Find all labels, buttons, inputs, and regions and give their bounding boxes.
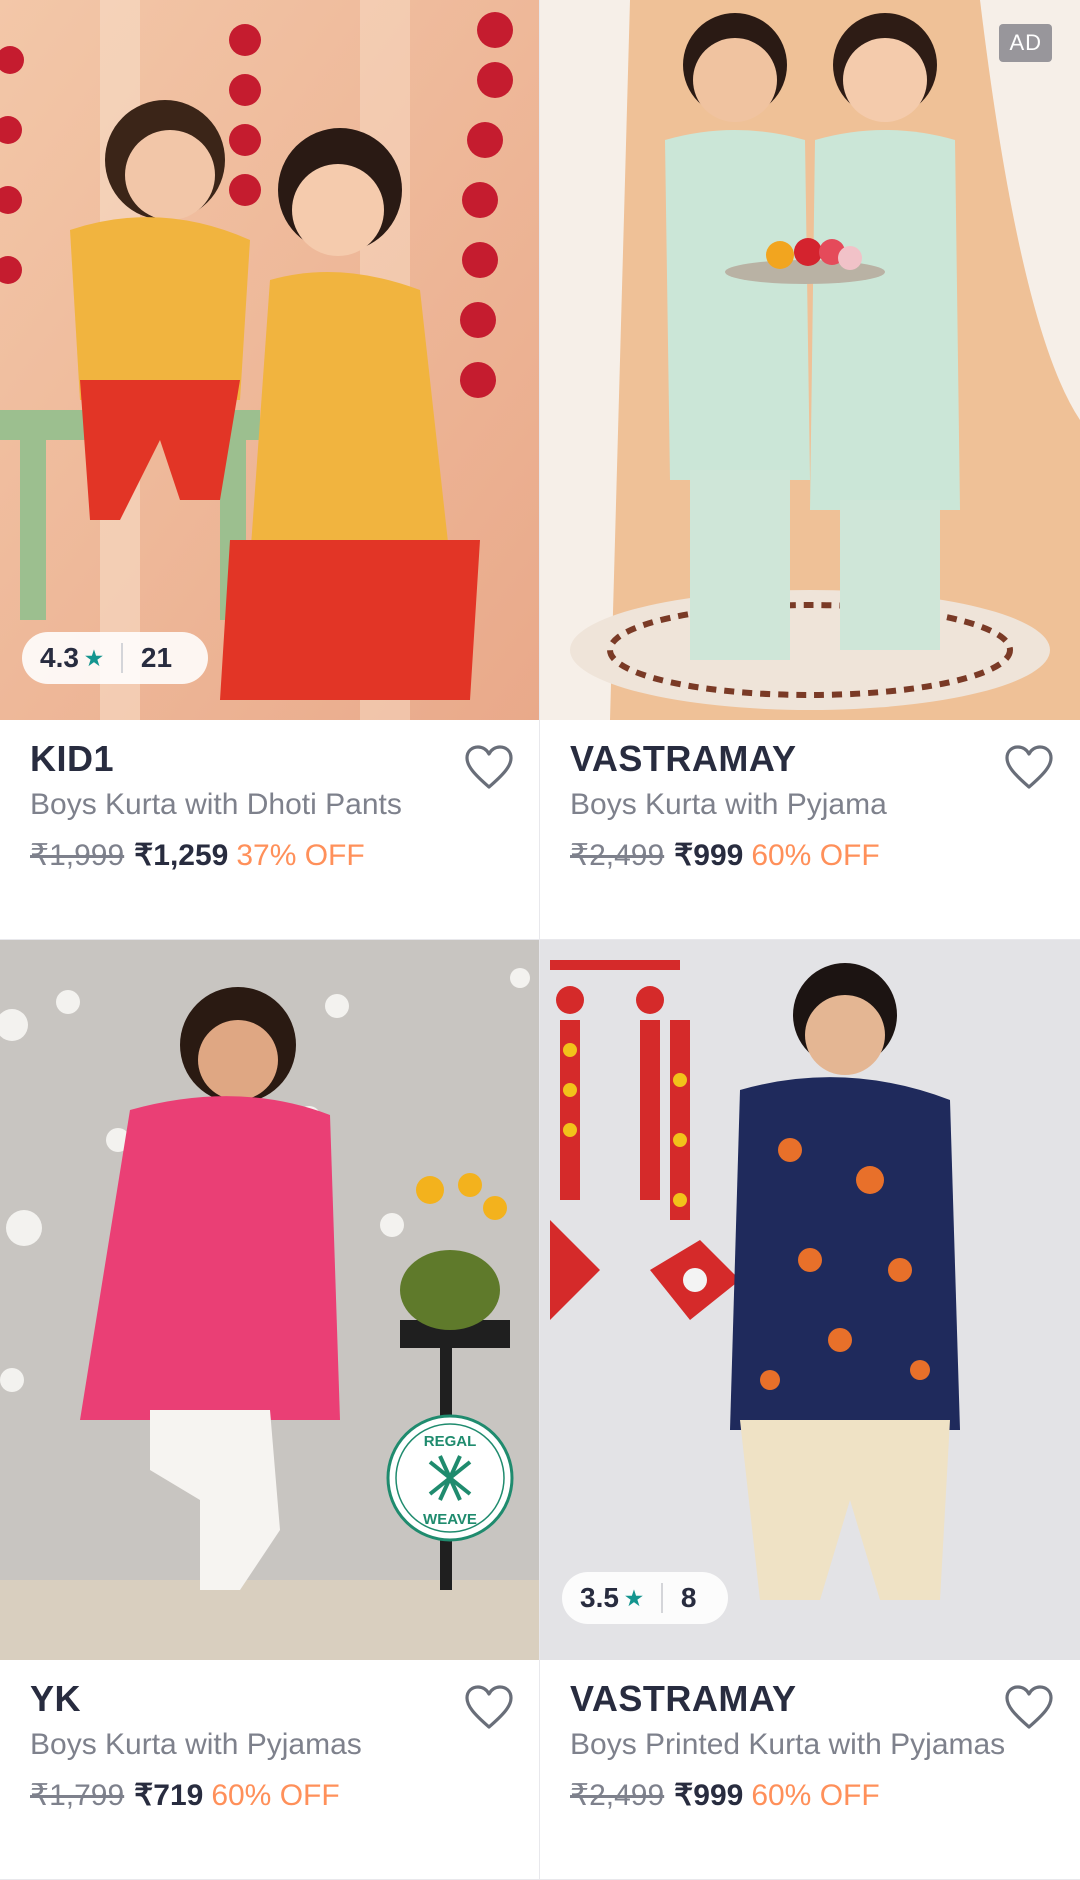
product-info[interactable]: YK Boys Kurta with Pyjamas ₹1,799 ₹719 60%…	[0, 1660, 539, 1879]
product-name: Boys Kurta with Pyjama	[570, 788, 887, 821]
brand-name: KID1	[30, 738, 115, 779]
price-row: ₹1,799 ₹719 60% OFF	[30, 1778, 340, 1813]
mrp-price: ₹1,999	[30, 839, 125, 872]
product-name: Boys Kurta with Dhoti Pants	[30, 788, 402, 821]
price-row: ₹2,499 ₹999 60% OFF	[570, 838, 880, 873]
discount-label: 37% OFF	[236, 839, 365, 872]
badge-top-text: REGAL	[424, 1433, 477, 1450]
rating-value: 4.3	[40, 642, 79, 673]
selling-price: ₹719	[134, 1779, 204, 1812]
product-card[interactable]: 4.3 ★ 21 KID1 Boys Kurta with Dhoti Pant…	[0, 0, 540, 940]
star-icon: ★	[624, 1587, 643, 1610]
product-info[interactable]: KID1 Boys Kurta with Dhoti Pants ₹1,999 ₹…	[0, 720, 539, 939]
divider	[660, 1583, 663, 1613]
selling-price: ₹999	[674, 839, 744, 872]
heart-outline-icon[interactable]	[1004, 1684, 1054, 1730]
product-card[interactable]: 3.5 ★ 8 VASTRAMAY Boys Printed Kurta wit…	[540, 940, 1080, 1880]
price-row: ₹2,499 ₹999 60% OFF	[570, 1778, 880, 1813]
product-image[interactable]: 3.5 ★ 8	[540, 940, 1080, 1660]
brand-name: VASTRAMAY	[570, 1678, 797, 1719]
badge-bottom-text: WEAVE	[423, 1511, 477, 1528]
product-image[interactable]: 4.3 ★ 21	[0, 0, 539, 720]
rating-count: 8	[680, 1582, 697, 1613]
selling-price: ₹1,259	[134, 839, 229, 872]
product-info[interactable]: VASTRAMAY Boys Printed Kurta with Pyjama…	[540, 1660, 1080, 1879]
divider	[120, 643, 123, 673]
mrp-price: ₹2,499	[570, 1779, 665, 1812]
discount-label: 60% OFF	[751, 1779, 880, 1812]
product-image[interactable]: AD	[540, 0, 1080, 720]
product-grid: 4.3 ★ 21 KID1 Boys Kurta with Dhoti Pant…	[0, 0, 1080, 1880]
product-name: Boys Printed Kurta with Pyjamas	[570, 1728, 1006, 1761]
rating-badge: 4.3 ★ 21	[22, 632, 208, 684]
mrp-price: ₹1,799	[30, 1779, 125, 1812]
heart-outline-icon[interactable]	[464, 1684, 514, 1730]
product-image[interactable]: REGAL WEAVE	[0, 940, 539, 1660]
price-row: ₹1,999 ₹1,259 37% OFF	[30, 838, 365, 873]
brand-name: YK	[30, 1678, 82, 1719]
heart-outline-icon[interactable]	[1004, 744, 1054, 790]
selling-price: ₹999	[674, 1779, 744, 1812]
star-icon: ★	[84, 647, 103, 670]
heart-outline-icon[interactable]	[464, 744, 514, 790]
product-card[interactable]: AD VASTRAMAY Boys Kurta with Pyjama ₹2,4…	[540, 0, 1080, 940]
discount-label: 60% OFF	[211, 1779, 340, 1812]
ad-badge: AD	[999, 24, 1052, 62]
product-name: Boys Kurta with Pyjamas	[30, 1728, 362, 1761]
product-card[interactable]: REGAL WEAVE YK Boys Kurta with Pyjamas ₹…	[0, 940, 540, 1880]
regal-weave-badge: REGAL WEAVE	[386, 1414, 514, 1542]
mrp-price: ₹2,499	[570, 839, 665, 872]
product-info[interactable]: VASTRAMAY Boys Kurta with Pyjama ₹2,499 ₹…	[540, 720, 1080, 939]
rating-count: 21	[140, 642, 173, 673]
rating-value: 3.5	[580, 1582, 619, 1613]
discount-label: 60% OFF	[751, 839, 880, 872]
rating-badge: 3.5 ★ 8	[562, 1572, 728, 1624]
brand-name: VASTRAMAY	[570, 738, 797, 779]
